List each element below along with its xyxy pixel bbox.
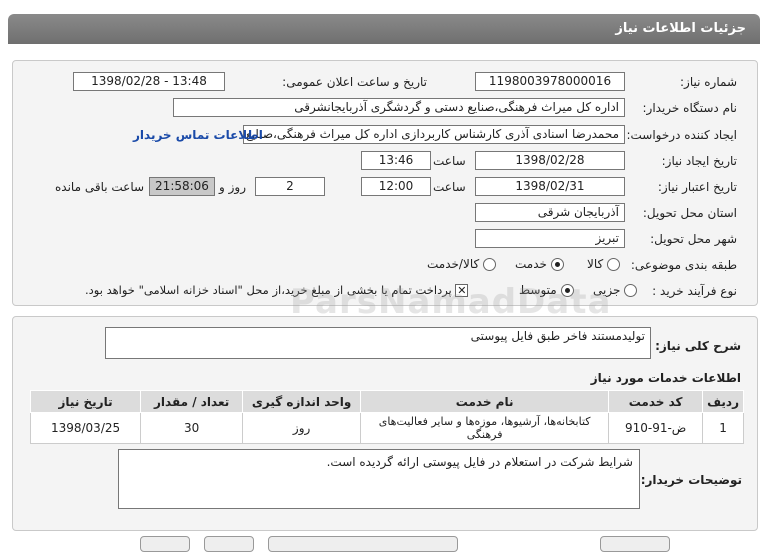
need-details-page: جزئیات اطلاعات نیاز شماره نیاز: 11980039… — [0, 0, 770, 552]
services-section-title: اطلاعات خدمات مورد نیاز — [590, 371, 741, 385]
col-unit: واحد اندازه گیری — [242, 390, 362, 413]
days-field[interactable]: 2 — [255, 177, 325, 196]
col-need-date: تاریخ نیاز — [29, 390, 142, 413]
info-panel: شماره نیاز: 1198003978000016 تاریخ و ساع… — [12, 60, 758, 306]
cell-need-date: 1398/03/25 — [29, 412, 142, 444]
col-service-code: کد خدمت — [608, 390, 704, 413]
announce-datetime-field[interactable]: 1398/02/28 - 13:48 — [73, 72, 225, 91]
bottom-button-3[interactable] — [268, 536, 458, 552]
radio-selected-icon[interactable] — [550, 258, 564, 271]
services-table-header: ردیف کد خدمت نام خدمت واحد اندازه گیری ت… — [29, 390, 744, 413]
create-time-field[interactable]: 13:46 — [361, 151, 431, 170]
summary-field[interactable]: تولیدمستند فاخر طبق فایل پیوستی — [105, 327, 651, 359]
cell-quantity: 30 — [140, 412, 244, 444]
bottom-button-4[interactable] — [600, 536, 670, 552]
cell-row: 1 — [702, 412, 744, 444]
announce-label: تاریخ و ساعت اعلان عمومی: — [282, 75, 427, 89]
creator-label: ایجاد کننده درخواست: — [626, 128, 737, 142]
province-field[interactable]: آذربایجان شرقی — [475, 203, 625, 222]
category-option-goods-service[interactable]: کالا/خدمت — [427, 257, 497, 271]
radio-icon[interactable] — [607, 258, 621, 271]
category-option-goods-label: کالا — [587, 257, 604, 271]
cell-service-name: کتابخانه‌ها، آرشیوها، موزه‌ها و سایر فعا… — [360, 412, 610, 444]
summary-label: شرح کلی نیاز: — [655, 339, 741, 353]
bottom-button-2[interactable] — [204, 536, 254, 552]
watermark-text: ParsNamadData — [290, 282, 612, 322]
create-date-label: تاریخ ایجاد نیاز: — [661, 154, 737, 168]
contact-buyer-link[interactable]: اطلاعات تماس خریدار — [133, 128, 263, 142]
col-row: ردیف — [702, 390, 744, 413]
creator-field[interactable]: محمدرضا اسنادی آذری کارشناس کاربردازی اد… — [243, 125, 625, 144]
cell-unit: روز — [242, 412, 362, 444]
process-label: نوع فرآیند خرید : — [652, 284, 737, 298]
city-label: شهر محل تحویل: — [650, 232, 737, 246]
days-label: روز و — [219, 180, 246, 194]
radio-icon[interactable] — [624, 284, 638, 297]
validity-date-field[interactable]: 1398/02/31 — [475, 177, 625, 196]
col-quantity: تعداد / مقدار — [140, 390, 244, 413]
remaining-label: ساعت باقی مانده — [55, 180, 145, 194]
create-date-field[interactable]: 1398/02/28 — [475, 151, 625, 170]
page-title: جزئیات اطلاعات نیاز — [8, 14, 760, 44]
remaining-time-field: 21:58:06 — [149, 177, 215, 196]
category-option-service[interactable]: خدمت — [515, 257, 564, 271]
province-label: استان محل تحویل: — [642, 206, 737, 220]
validity-time-label: ساعت — [433, 180, 466, 194]
bottom-button-1[interactable] — [140, 536, 190, 552]
validity-time-field[interactable]: 12:00 — [361, 177, 431, 196]
table-row: 1 ض-91-910 کتابخانه‌ها، آرشیوها، موزه‌ها… — [29, 412, 744, 444]
category-option-service-label: خدمت — [515, 257, 547, 271]
col-service-name: نام خدمت — [360, 390, 610, 413]
cell-service-code: ض-91-910 — [608, 412, 704, 444]
need-number-field[interactable]: 1198003978000016 — [475, 72, 625, 91]
need-number-label: شماره نیاز: — [680, 75, 737, 89]
category-label: طبقه بندی موضوعی: — [630, 258, 737, 272]
city-field[interactable]: تبریز — [475, 229, 625, 248]
create-time-label: ساعت — [433, 154, 466, 168]
category-option-goods-service-label: کالا/خدمت — [427, 257, 480, 271]
category-option-goods[interactable]: کالا — [587, 257, 621, 271]
radio-icon[interactable] — [483, 258, 497, 271]
buyer-field[interactable]: اداره کل میراث فرهنگی،صنایع دستی و گردشگ… — [173, 98, 625, 117]
buyer-notes-label: توضیحات خریدار: — [640, 473, 742, 487]
services-table: ردیف کد خدمت نام خدمت واحد اندازه گیری ت… — [29, 390, 744, 444]
buyer-label: نام دستگاه خریدار: — [642, 101, 738, 115]
validity-label: تاریخ اعتبار نیاز: — [657, 180, 737, 194]
buyer-notes-field[interactable]: شرایط شرکت در استعلام در فایل پیوستی ارا… — [118, 449, 640, 509]
